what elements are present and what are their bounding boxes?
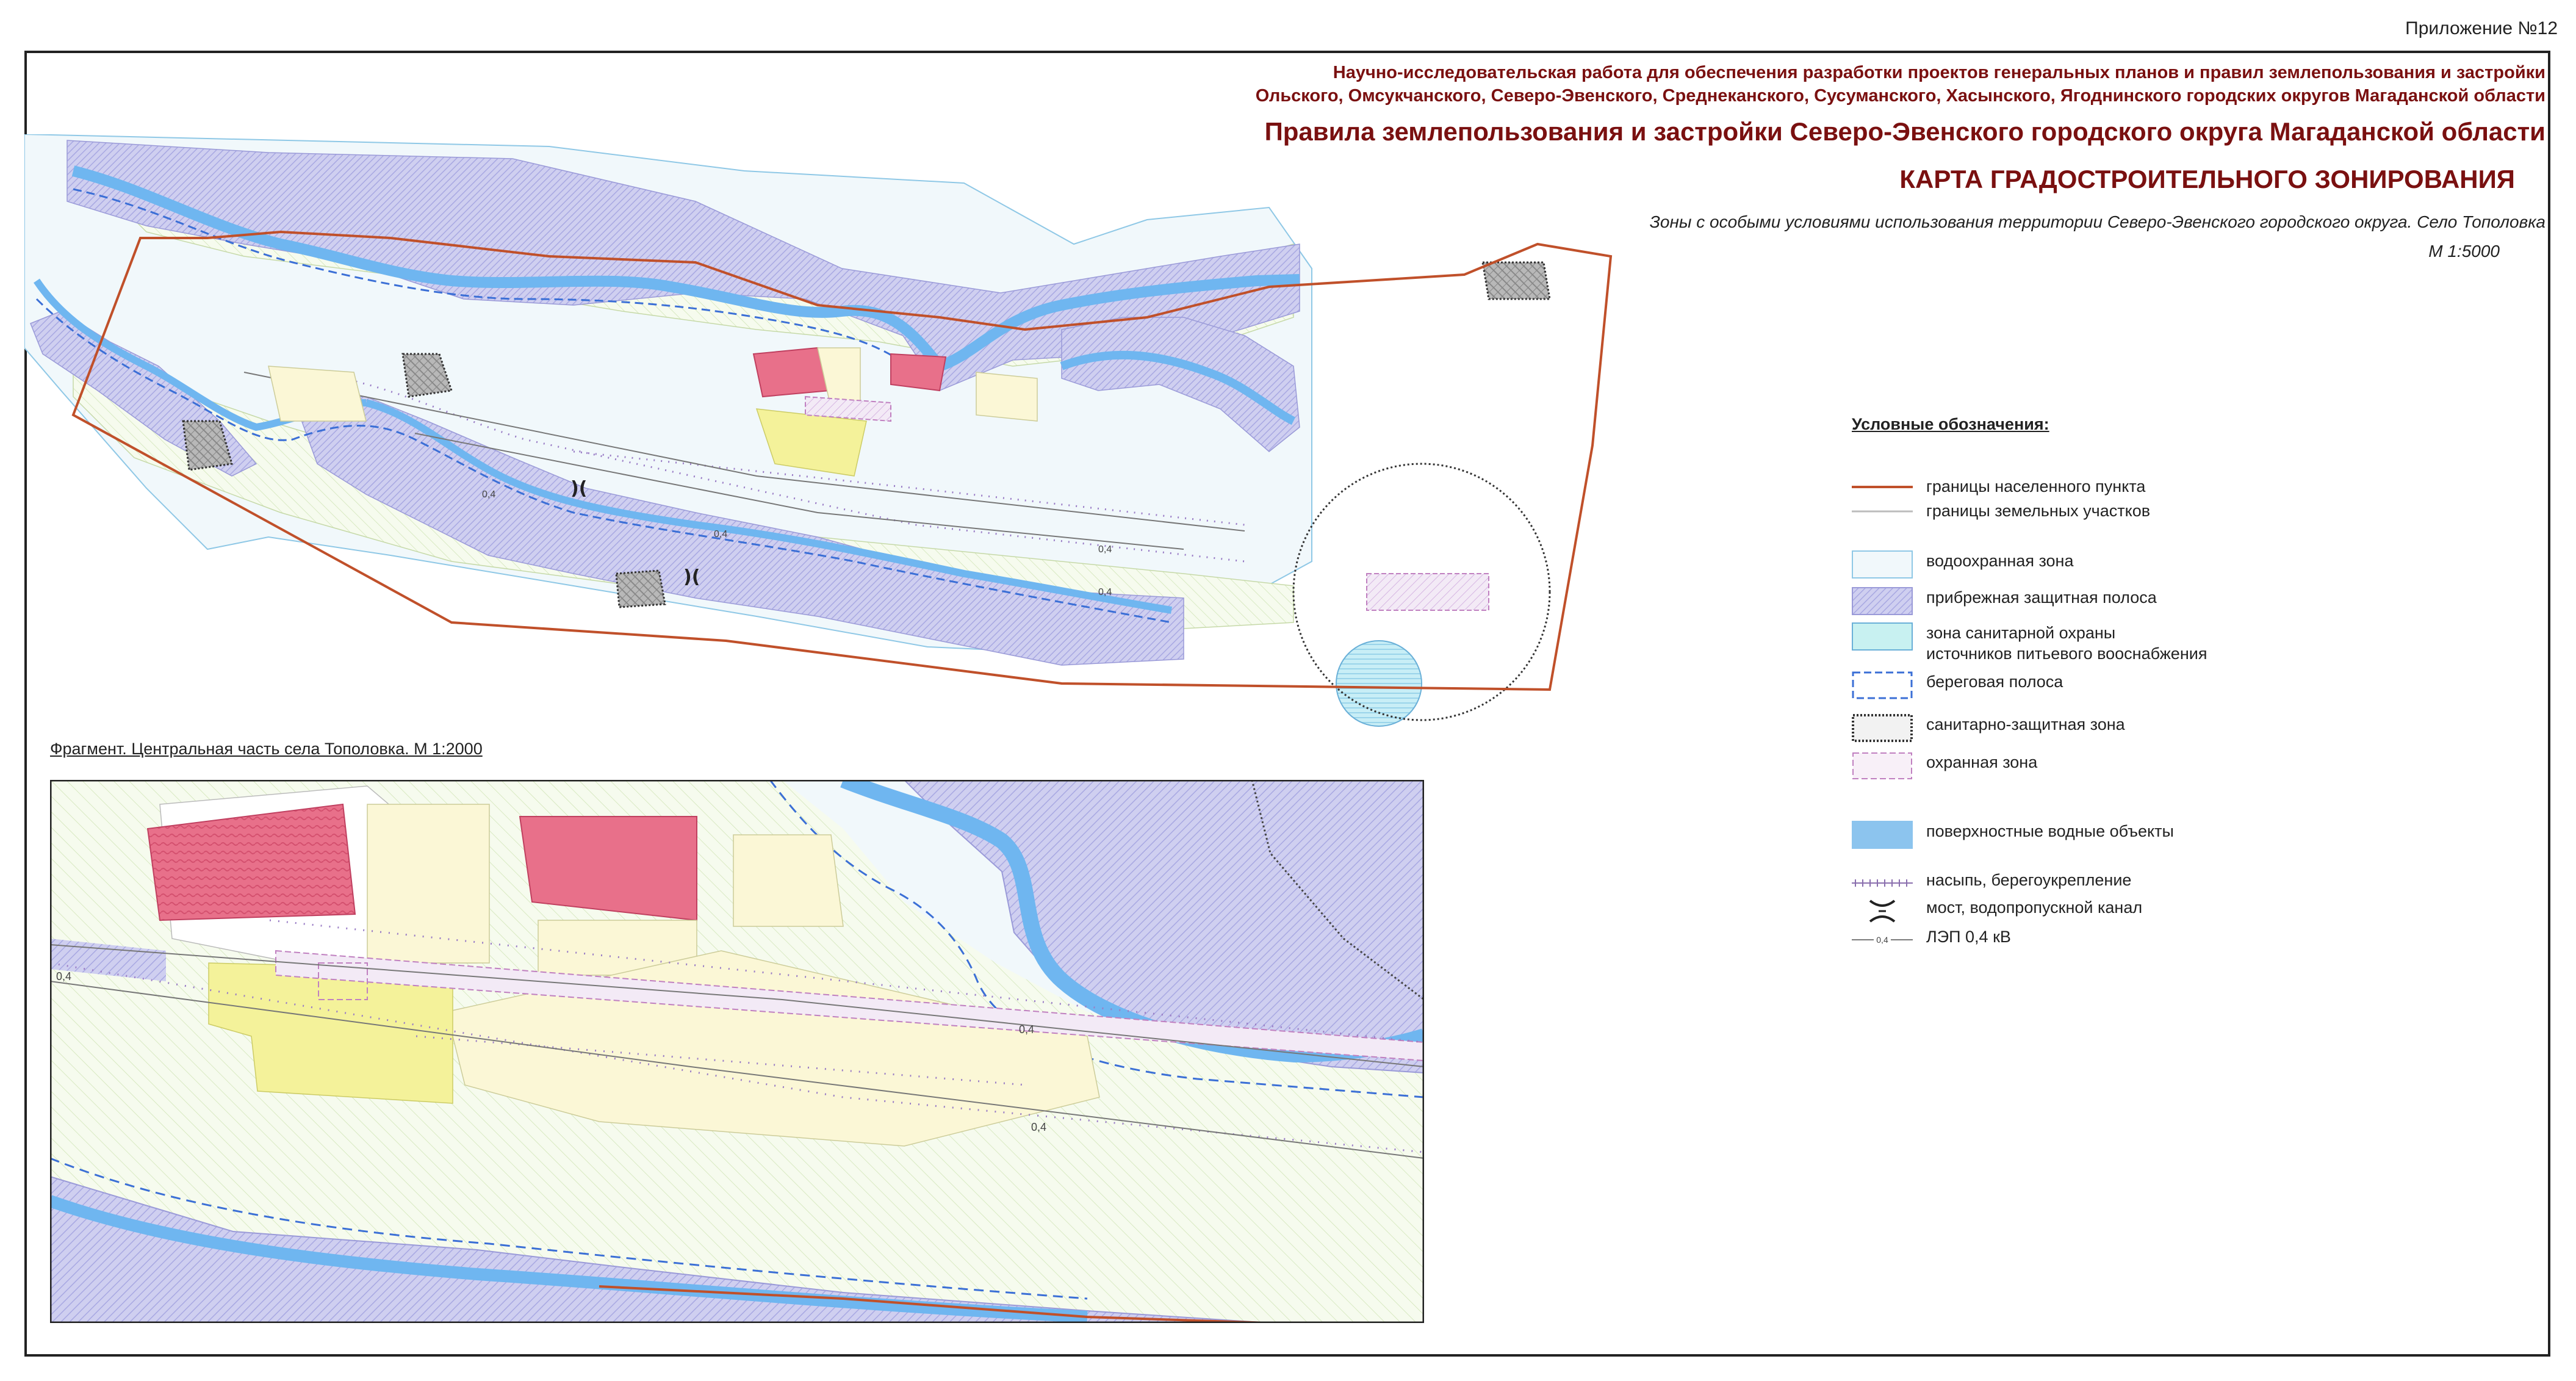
legend-label: насыпь, берегоукрепление	[1926, 871, 2132, 889]
legend-label: санитарно-защитная зона	[1926, 715, 2125, 734]
title-line-2: Ольского, Омсукчанского, Северо-Эвенског…	[1255, 86, 2545, 106]
legend-item-sanitary-protection-zone: санитарно-защитная зона	[1852, 714, 2125, 742]
legend-item-surface-water: поверхностные водные объекты	[1852, 821, 2174, 849]
fragment-power-line-label: 0,4	[1031, 1121, 1046, 1133]
fragment-map[interactable]: 0,4 0,4 0,4	[50, 780, 1424, 1323]
security-zone-2	[1366, 573, 1489, 611]
legend-label: ЛЭП 0,4 кВ	[1926, 928, 2011, 946]
zone-residential-red-1	[752, 347, 831, 398]
legend-item-bridge: мост, водопропускной канал	[1852, 897, 2142, 925]
main-map[interactable]: )( )( 0,4 0,4 0,4 0,4	[24, 134, 1635, 769]
legend-item-power-line: 0,4 ЛЭП 0,4 кВ	[1852, 926, 2011, 954]
zone-residential-red-2	[890, 353, 947, 392]
legend-label: зона санитарной охраны источников питьев…	[1926, 624, 2207, 663]
legend-item-land-plot-border: границы земельных участков	[1852, 500, 2150, 528]
svg-text:0,4: 0,4	[1876, 935, 1888, 945]
zone-yellow-3	[976, 372, 1038, 422]
fragment-zone-cream-3	[733, 834, 844, 927]
legend: Условные обозначения: границы населенног…	[1852, 415, 2462, 946]
fragment-zone-cream-1	[367, 804, 490, 964]
fragment-power-line-label: 0,4	[56, 970, 71, 983]
legend-label: береговая полоса	[1926, 672, 2063, 691]
power-line-label: 0,4	[714, 529, 727, 539]
sanitary-zone-4	[1481, 261, 1551, 300]
bridge-icon	[1869, 900, 1896, 923]
legend-item-coastal-protection-strip: прибрежная защитная полоса	[1852, 587, 2157, 615]
bridge-icon: )(	[683, 566, 700, 588]
legend-label: водоохранная зона	[1926, 552, 2074, 570]
legend-item-shore-strip: береговая полоса	[1852, 671, 2063, 699]
appendix-number: Приложение №12	[2405, 18, 2558, 38]
fragment-power-line-label: 0,4	[1019, 1023, 1034, 1036]
legend-item-water-protection-zone: водоохранная зона	[1852, 550, 2073, 579]
zone-yellow-4	[268, 366, 367, 422]
legend-item-embankment: насыпь, берегоукрепление	[1852, 870, 2131, 898]
bridge-icon: )(	[570, 478, 587, 499]
legend-label: границы земельных участков	[1926, 502, 2151, 520]
legend-title: Условные обозначения:	[1852, 415, 2049, 433]
legend-label: границы населенного пункта	[1926, 477, 2146, 496]
power-line-label: 0,4	[1098, 587, 1112, 597]
power-line-label: 0,4	[1098, 544, 1112, 555]
legend-item-sanitary-zone-water: зона санитарной охраны источников питьев…	[1852, 622, 2207, 664]
sanitary-zone-3	[615, 569, 666, 608]
legend-item-security-zone: охранная зона	[1852, 752, 2037, 780]
legend-label: охранная зона	[1926, 753, 2038, 771]
power-line-label: 0,4	[482, 489, 495, 500]
fragment-caption: Фрагмент. Центральная часть села Тополов…	[50, 740, 483, 758]
legend-label: мост, водопропускной канал	[1926, 898, 2143, 917]
legend-label: прибрежная защитная полоса	[1926, 588, 2157, 607]
legend-label: поверхностные водные объекты	[1926, 822, 2174, 840]
title-line-1: Научно-исследовательская работа для обес…	[1333, 63, 2545, 82]
